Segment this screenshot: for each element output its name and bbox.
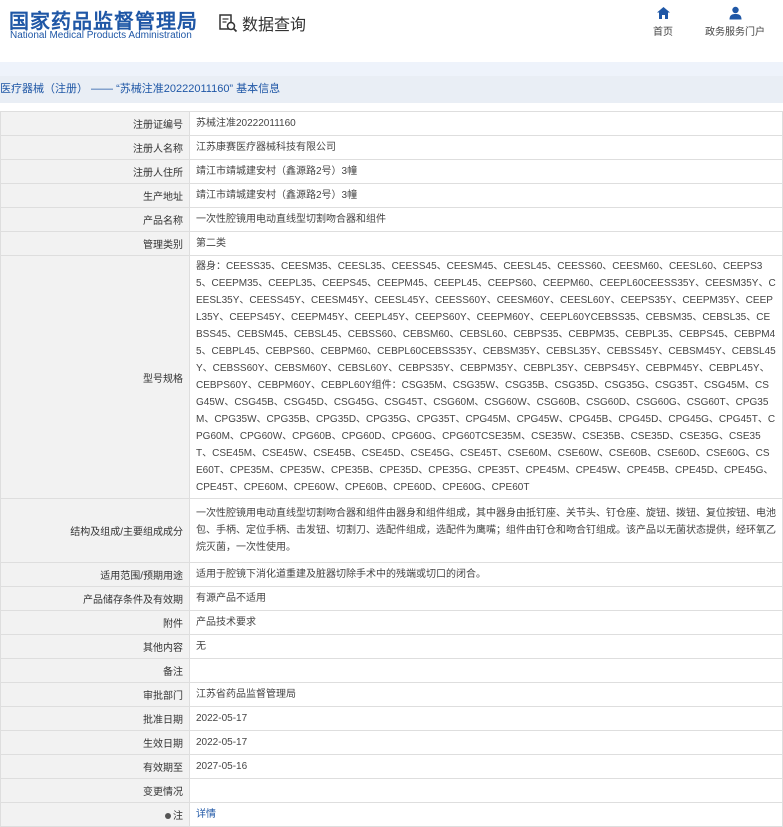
approval-date-label: 批准日期 — [0, 706, 190, 731]
user-icon — [729, 6, 741, 20]
note-dot-icon — [165, 813, 171, 820]
remarks-label: 备注 — [0, 658, 190, 683]
site-header: 国家药品监督管理局 National Medical Products Admi… — [0, 0, 783, 62]
effective-date-label: 生效日期 — [0, 730, 190, 755]
change-status-value — [189, 778, 783, 803]
registrant-address-label: 注册人住所 — [0, 159, 190, 184]
approval-date-value: 2022-05-17 — [189, 706, 783, 731]
attachment-label: 附件 — [0, 610, 190, 635]
row-structure-composition: 结构及组成/主要组成成分 一次性腔镜用电动直线型切割吻合器和组件由器身和组件组成，… — [0, 498, 783, 563]
production-address-label: 生产地址 — [0, 183, 190, 208]
row-reg-number: 注册证编号 苏械注准20222011160 — [0, 111, 783, 136]
row-remarks: 备注 — [0, 658, 783, 683]
data-search-icon — [219, 14, 238, 33]
note-label: 注 — [0, 802, 190, 827]
row-product-name: 产品名称 一次性腔镜用电动直线型切割吻合器和组件 — [0, 207, 783, 232]
registrant-name-label: 注册人名称 — [0, 135, 190, 160]
registrant-name-value: 江苏康赛医疗器械科技有限公司 — [189, 135, 783, 160]
remarks-value — [189, 658, 783, 683]
row-effective-date: 生效日期 2022-05-17 — [0, 730, 783, 755]
header-divider — [0, 62, 783, 76]
row-registrant-name: 注册人名称 江苏康赛医疗器械科技有限公司 — [0, 135, 783, 160]
details-link[interactable]: 详情 — [196, 809, 216, 820]
effective-date-value: 2022-05-17 — [189, 730, 783, 755]
approval-department-value: 江苏省药品监督管理局 — [189, 682, 783, 707]
breadcrumb: 医疗器械（注册） —— “苏械注准20222011160” 基本信息 — [0, 76, 783, 103]
storage-validity-label: 产品储存条件及有效期 — [0, 586, 190, 611]
other-content-value: 无 — [189, 634, 783, 659]
other-content-label: 其他内容 — [0, 634, 190, 659]
row-model-spec: 型号规格 器身：CEESS35、CEESM35、CEESL35、CEESS45、C… — [0, 255, 783, 499]
nav-portal-label: 政务服务门户 — [705, 27, 765, 38]
management-category-value: 第二类 — [189, 231, 783, 256]
registrant-address-value: 靖江市靖城建安村（鑫源路2号）3幢 — [189, 159, 783, 184]
note-value: 详情 — [189, 802, 783, 827]
row-approval-date: 批准日期 2022-05-17 — [0, 706, 783, 731]
breadcrumb-text: 医疗器械（注册） —— “苏械注准20222011160” 基本信息 — [0, 83, 281, 95]
storage-validity-value: 有源产品不适用 — [189, 586, 783, 611]
row-production-address: 生产地址 靖江市靖城建安村（鑫源路2号）3幢 — [0, 183, 783, 208]
valid-until-value: 2027-05-16 — [189, 754, 783, 779]
row-intended-use: 适用范围/预期用途 适用于腔镜下消化道重建及脏器切除手术中的残端或切口的闭合。 — [0, 562, 783, 587]
reg-number-label: 注册证编号 — [0, 111, 190, 136]
logo-title-en[interactable]: National Medical Products Administration — [10, 30, 192, 41]
product-name-label: 产品名称 — [0, 207, 190, 232]
row-change-status: 变更情况 — [0, 778, 783, 803]
attachment-value: 产品技术要求 — [189, 610, 783, 635]
change-status-label: 变更情况 — [0, 778, 190, 803]
row-note: 注 详情 — [0, 802, 783, 827]
structure-composition-label: 结构及组成/主要组成成分 — [0, 498, 190, 563]
row-approval-department: 审批部门 江苏省药品监督管理局 — [0, 682, 783, 707]
registration-info-table: 注册证编号 苏械注准20222011160 注册人名称 江苏康赛医疗器械科技有限公司注… — [0, 111, 783, 827]
product-name-value: 一次性腔镜用电动直线型切割吻合器和组件 — [189, 207, 783, 232]
nav-home-label: 首页 — [653, 27, 673, 38]
production-address-value: 靖江市靖城建安村（鑫源路2号）3幢 — [189, 183, 783, 208]
model-spec-value: 器身：CEESS35、CEESM35、CEESL35、CEESS45、CEESM… — [189, 255, 783, 499]
row-management-category: 管理类别 第二类 — [0, 231, 783, 256]
model-spec-label: 型号规格 — [0, 255, 190, 499]
home-icon — [656, 7, 670, 19]
row-registrant-address: 注册人住所 靖江市靖城建安村（鑫源路2号）3幢 — [0, 159, 783, 184]
approval-department-label: 审批部门 — [0, 682, 190, 707]
data-query-title: 数据查询 — [218, 11, 306, 35]
nav-home[interactable]: 首页 — [653, 6, 673, 38]
row-attachment: 附件 产品技术要求 — [0, 610, 783, 635]
row-storage-validity: 产品储存条件及有效期 有源产品不适用 — [0, 586, 783, 611]
management-category-label: 管理类别 — [0, 231, 190, 256]
valid-until-label: 有效期至 — [0, 754, 190, 779]
data-query-label: 数据查询 — [242, 17, 307, 34]
structure-composition-value: 一次性腔镜用电动直线型切割吻合器和组件由器身和组件组成，其中器身由抵钉座、关节头… — [189, 498, 783, 563]
intended-use-value: 适用于腔镜下消化道重建及脏器切除手术中的残端或切口的闭合。 — [189, 562, 783, 587]
row-valid-until: 有效期至 2027-05-16 — [0, 754, 783, 779]
intended-use-label: 适用范围/预期用途 — [0, 562, 190, 587]
row-other-content: 其他内容无 — [0, 634, 783, 659]
note-label-text: 注 — [173, 811, 183, 822]
reg-number-value: 苏械注准20222011160 — [189, 111, 783, 136]
nav-portal[interactable]: 政务服务门户 — [705, 6, 765, 38]
